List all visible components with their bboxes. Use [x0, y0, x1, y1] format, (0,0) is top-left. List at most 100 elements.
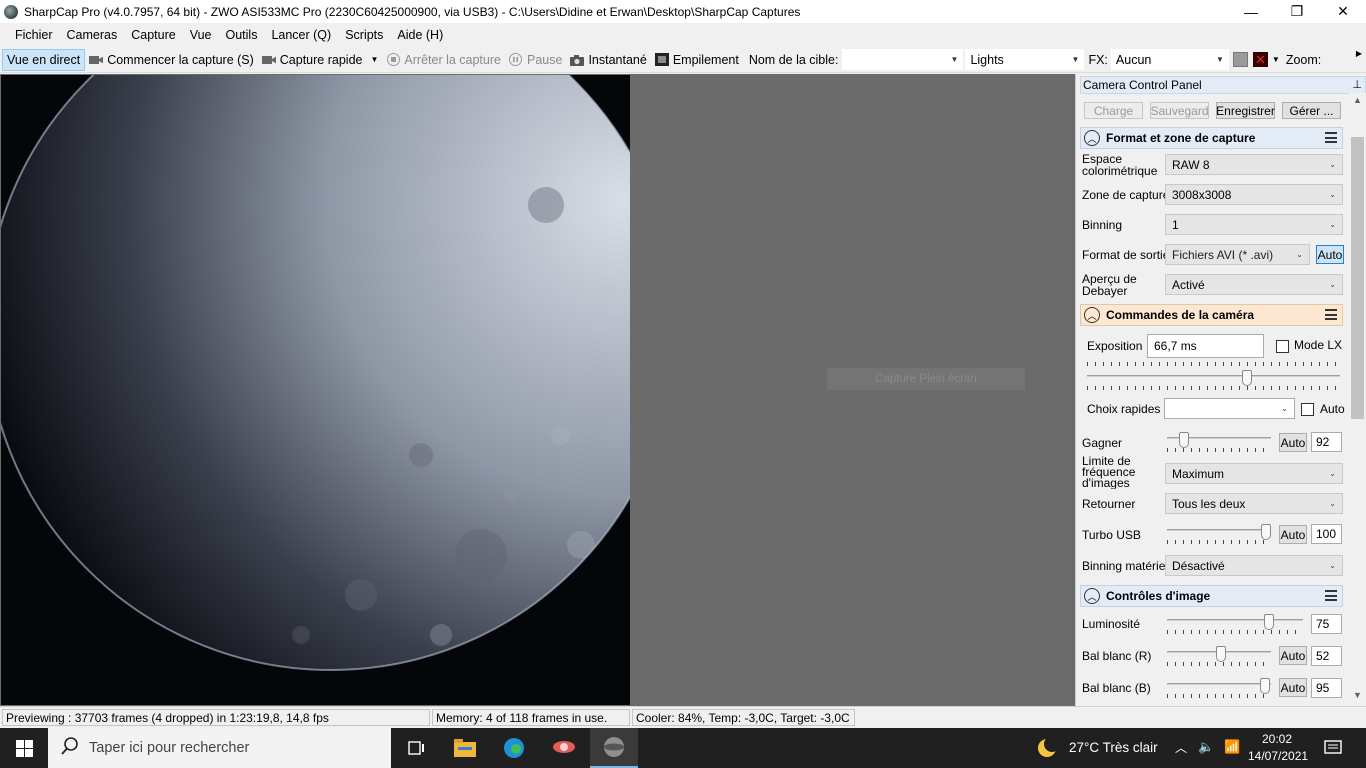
minimize-button[interactable]: — [1228, 0, 1274, 23]
menu-icon[interactable] [1325, 132, 1337, 143]
menu-icon[interactable] [1325, 590, 1337, 601]
maximize-button[interactable]: ❐ [1274, 0, 1320, 23]
gain-slider[interactable] [1167, 432, 1271, 454]
color-space-select[interactable]: RAW 8 ⌄ [1165, 154, 1343, 175]
brightness-slider[interactable] [1167, 614, 1303, 636]
cooler-status: Cooler: 84%, Temp: -3,0C, Target: -3,0C [632, 709, 855, 726]
exposure-auto-checkbox[interactable] [1301, 403, 1314, 416]
chevron-down-icon[interactable]: ▼ [370, 55, 378, 64]
collapse-icon[interactable]: ︿ [1084, 307, 1100, 323]
close-button[interactable]: ✕ [1320, 0, 1366, 23]
task-view-icon[interactable] [392, 728, 440, 768]
start-capture-button[interactable]: Commencer la capture (S) [85, 49, 258, 71]
pin-icon[interactable]: ⊥ [1352, 78, 1362, 91]
pause-button[interactable]: Pause [505, 49, 566, 71]
turbo-usb-auto-button[interactable]: Auto [1279, 525, 1307, 544]
image-viewer-area[interactable]: Capture Plein écran [0, 74, 1075, 706]
wb-blue-auto-button[interactable]: Auto [1279, 678, 1307, 697]
wb-red-value[interactable]: 52 [1311, 646, 1342, 666]
menu-aide[interactable]: Aide (H) [390, 28, 450, 42]
stop-capture-button[interactable]: Arrêter la capture [382, 49, 505, 71]
scrollbar-thumb[interactable] [1351, 137, 1364, 419]
save-profile-button[interactable]: Sauvegard [1150, 102, 1209, 119]
stacking-button[interactable]: Empilement [651, 49, 743, 71]
menu-icon[interactable] [1325, 309, 1337, 320]
cross-overlay-icon[interactable]: ✕ [1252, 52, 1268, 67]
wb-blue-value[interactable]: 95 [1311, 678, 1342, 698]
manage-profiles-button[interactable]: Gérer ... [1282, 102, 1341, 119]
panel-scrollbar[interactable]: ▲ ▼ [1349, 93, 1366, 706]
hw-binning-select[interactable]: Désactivé ⌄ [1165, 555, 1343, 576]
frame-type-combo[interactable]: Lights ▼ [965, 49, 1085, 70]
snapshot-button[interactable]: Instantané [566, 49, 650, 71]
chevron-down-icon: ⌄ [1329, 190, 1336, 199]
menu-lancer[interactable]: Lancer (Q) [264, 28, 338, 42]
menu-cameras[interactable]: Cameras [60, 28, 125, 42]
clock-time[interactable]: 20:02 [1262, 732, 1292, 746]
tray-chevron-up-icon[interactable]: ︿ [1175, 739, 1187, 756]
wb-blue-slider[interactable] [1167, 678, 1271, 700]
gain-auto-button[interactable]: Auto [1279, 433, 1307, 452]
exposure-slider[interactable] [1087, 370, 1340, 392]
gain-slider-thumb[interactable] [1179, 432, 1189, 448]
output-format-auto-button[interactable]: Auto [1316, 245, 1344, 264]
toolbar-overflow-icon[interactable]: ▶ [1356, 49, 1362, 58]
scroll-down-icon[interactable]: ▼ [1349, 690, 1366, 704]
menu-capture[interactable]: Capture [124, 28, 182, 42]
quick-capture-button[interactable]: Capture rapide ▼ [258, 49, 383, 71]
debayer-preview-select[interactable]: Activé ⌄ [1165, 274, 1343, 295]
menu-vue[interactable]: Vue [183, 28, 219, 42]
clock-date[interactable]: 14/07/2021 [1248, 749, 1308, 763]
chevron-down-icon[interactable]: ▼ [1272, 55, 1280, 64]
output-format-select[interactable]: Fichiers AVI (* .avi) ⌄ [1165, 244, 1310, 265]
framerate-limit-select[interactable]: Maximum ⌄ [1165, 463, 1343, 484]
network-icon[interactable]: 📶 [1224, 739, 1240, 755]
quick-choices-select[interactable]: ⌄ [1164, 398, 1295, 419]
load-profile-button[interactable]: Charge [1084, 102, 1143, 119]
collapse-icon[interactable]: ︿ [1084, 130, 1100, 146]
wb-red-slider-thumb[interactable] [1216, 646, 1226, 662]
taskbar-search-box[interactable]: Taper ici pour rechercher [48, 728, 391, 768]
edge-browser-icon[interactable] [490, 728, 538, 768]
wb-red-slider[interactable] [1167, 646, 1271, 668]
binning-select[interactable]: 1 ⌄ [1165, 214, 1343, 235]
exposure-slider-thumb[interactable] [1242, 370, 1252, 386]
capture-area-select[interactable]: 3008x3008 ⌄ [1165, 184, 1343, 205]
lx-mode-checkbox[interactable] [1276, 340, 1289, 353]
exposure-input[interactable]: 66,7 ms [1147, 334, 1264, 358]
turbo-usb-value[interactable]: 100 [1311, 524, 1342, 544]
windows-start-icon[interactable] [0, 728, 48, 768]
fx-combo[interactable]: Aucun ▼ [1110, 49, 1229, 70]
wb-red-auto-button[interactable]: Auto [1279, 646, 1307, 665]
exposure-coarse-ticks [1087, 362, 1340, 370]
weather-moon-icon[interactable] [1036, 736, 1060, 762]
brightness-value[interactable]: 75 [1311, 614, 1342, 634]
target-name-combo[interactable]: ▼ [842, 49, 964, 70]
volume-icon[interactable]: 🔈 [1198, 739, 1214, 755]
brightness-slider-thumb[interactable] [1264, 614, 1274, 630]
turbo-usb-slider[interactable] [1167, 524, 1271, 546]
sharpcap-taskbar-icon[interactable] [590, 728, 638, 768]
flip-value: Tous les deux [1172, 496, 1246, 511]
save-as-profile-button[interactable]: Enregistrer [1216, 102, 1275, 119]
flip-select[interactable]: Tous les deux ⌄ [1165, 493, 1343, 514]
menu-outils[interactable]: Outils [219, 28, 265, 42]
astronomy-app-icon[interactable] [540, 728, 588, 768]
image-controls-section-header[interactable]: ︿ Contrôles d'image [1080, 585, 1343, 607]
menu-fichier[interactable]: Fichier [8, 28, 60, 42]
live-view-button[interactable]: Vue en direct [2, 48, 86, 71]
weather-text[interactable]: 27°C Très clair [1069, 740, 1158, 755]
reticle-icon[interactable] [1232, 52, 1248, 67]
wb-blue-slider-thumb[interactable] [1260, 678, 1270, 694]
camera-controls-section-header[interactable]: ︿ Commandes de la caméra [1080, 304, 1343, 326]
format-section-header[interactable]: ︿ Format et zone de capture [1080, 127, 1343, 149]
menu-scripts[interactable]: Scripts [338, 28, 390, 42]
notifications-icon[interactable] [1324, 740, 1342, 759]
fullscreen-capture-button[interactable]: Capture Plein écran [827, 368, 1025, 390]
turbo-usb-slider-thumb[interactable] [1261, 524, 1271, 540]
gain-value[interactable]: 92 [1311, 432, 1342, 452]
collapse-icon[interactable]: ︿ [1084, 588, 1100, 604]
scroll-up-icon[interactable]: ▲ [1349, 95, 1366, 109]
file-explorer-icon[interactable] [441, 728, 489, 768]
zoom-label: Zoom: [1285, 52, 1322, 67]
